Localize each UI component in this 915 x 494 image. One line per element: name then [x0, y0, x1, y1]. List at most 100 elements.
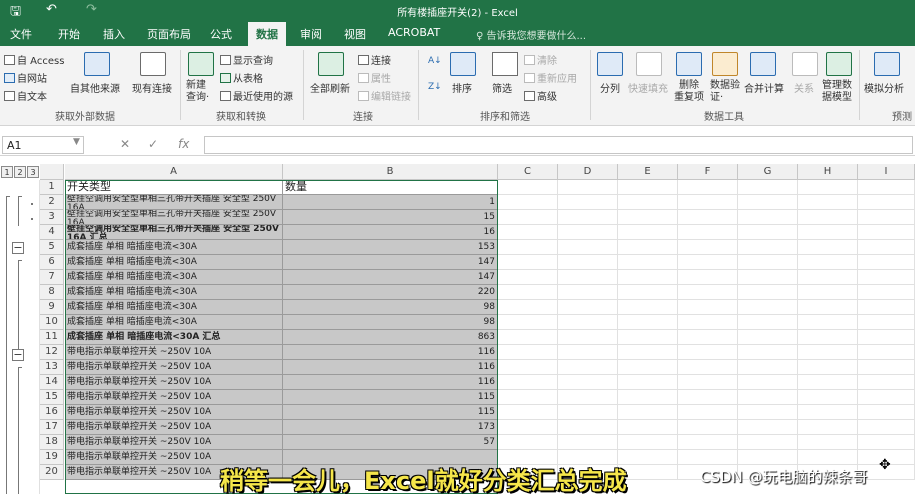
- empty-cell[interactable]: [498, 435, 558, 450]
- cell-a[interactable]: 成套插座 单相 暗插座电流<30A: [65, 300, 283, 315]
- cell-b[interactable]: 147: [283, 270, 498, 285]
- empty-cell[interactable]: [498, 375, 558, 390]
- empty-cell[interactable]: [798, 195, 858, 210]
- row-header[interactable]: 17: [40, 420, 64, 435]
- empty-cell[interactable]: [798, 450, 858, 465]
- empty-cell[interactable]: [498, 210, 558, 225]
- empty-cell[interactable]: [498, 180, 558, 195]
- cell-b[interactable]: 16: [283, 225, 498, 240]
- row-header[interactable]: 15: [40, 390, 64, 405]
- edit-links-button[interactable]: 编辑链接: [358, 88, 411, 103]
- cell-a[interactable]: 开关类型: [65, 180, 283, 195]
- cell-b[interactable]: 863: [283, 330, 498, 345]
- empty-cell[interactable]: [558, 285, 618, 300]
- empty-cell[interactable]: [618, 450, 678, 465]
- column-header-f[interactable]: F: [678, 164, 738, 180]
- empty-cell[interactable]: [798, 360, 858, 375]
- new-query-button[interactable]: 新建 查询·: [186, 80, 209, 104]
- column-header-b[interactable]: B: [283, 164, 498, 180]
- column-header-h[interactable]: H: [798, 164, 858, 180]
- from-text-button[interactable]: 自文本: [4, 88, 47, 103]
- empty-cell[interactable]: [738, 270, 798, 285]
- row-header[interactable]: 13: [40, 360, 64, 375]
- empty-cell[interactable]: [798, 315, 858, 330]
- outline-collapse-button[interactable]: −: [12, 242, 24, 254]
- tab-insert[interactable]: 插入: [103, 26, 125, 42]
- cell-b[interactable]: 115: [283, 405, 498, 420]
- show-queries-button[interactable]: 显示查询: [220, 52, 273, 67]
- empty-cell[interactable]: [678, 195, 738, 210]
- empty-cell[interactable]: [558, 330, 618, 345]
- empty-cell[interactable]: [738, 240, 798, 255]
- empty-cell[interactable]: [558, 300, 618, 315]
- row-header[interactable]: 10: [40, 315, 64, 330]
- empty-cell[interactable]: [618, 375, 678, 390]
- cell-a[interactable]: 带电指示单联单控开关 ~250V 10A: [65, 345, 283, 360]
- cell-a[interactable]: 成套插座 单相 暗插座电流<30A: [65, 315, 283, 330]
- outline-level-2-button[interactable]: 2: [14, 166, 26, 178]
- empty-cell[interactable]: [858, 225, 915, 240]
- filter-button[interactable]: 筛选: [492, 80, 512, 95]
- column-header-g[interactable]: G: [738, 164, 798, 180]
- row-header[interactable]: 6: [40, 255, 64, 270]
- empty-cell[interactable]: [738, 360, 798, 375]
- empty-cell[interactable]: [498, 195, 558, 210]
- empty-cell[interactable]: [858, 360, 915, 375]
- empty-cell[interactable]: [618, 360, 678, 375]
- empty-cell[interactable]: [738, 225, 798, 240]
- empty-cell[interactable]: [858, 345, 915, 360]
- empty-cell[interactable]: [678, 240, 738, 255]
- flash-fill-button[interactable]: 快速填充: [628, 80, 668, 95]
- empty-cell[interactable]: [618, 420, 678, 435]
- empty-cell[interactable]: [858, 285, 915, 300]
- empty-cell[interactable]: [798, 180, 858, 195]
- empty-cell[interactable]: [738, 420, 798, 435]
- empty-cell[interactable]: [738, 405, 798, 420]
- empty-cell[interactable]: [558, 180, 618, 195]
- empty-cell[interactable]: [498, 300, 558, 315]
- empty-cell[interactable]: [498, 420, 558, 435]
- existing-connections-button[interactable]: 现有连接: [132, 80, 172, 95]
- empty-cell[interactable]: [558, 195, 618, 210]
- empty-cell[interactable]: [498, 345, 558, 360]
- cell-b[interactable]: 57: [283, 435, 498, 450]
- empty-cell[interactable]: [678, 315, 738, 330]
- row-header[interactable]: 12: [40, 345, 64, 360]
- empty-cell[interactable]: [738, 450, 798, 465]
- empty-cell[interactable]: [558, 210, 618, 225]
- from-web-button[interactable]: 自网站: [4, 70, 47, 85]
- empty-cell[interactable]: [738, 345, 798, 360]
- advanced-button[interactable]: 高级: [524, 88, 557, 103]
- empty-cell[interactable]: [678, 285, 738, 300]
- empty-cell[interactable]: [738, 180, 798, 195]
- empty-cell[interactable]: [858, 390, 915, 405]
- empty-cell[interactable]: [678, 180, 738, 195]
- select-all-corner[interactable]: [40, 164, 64, 180]
- empty-cell[interactable]: [558, 255, 618, 270]
- empty-cell[interactable]: [618, 240, 678, 255]
- data-validation-button[interactable]: 数据验 证·: [710, 80, 740, 104]
- tab-file[interactable]: 文件: [10, 26, 32, 42]
- empty-cell[interactable]: [798, 225, 858, 240]
- row-header[interactable]: 1: [40, 180, 64, 195]
- empty-cell[interactable]: [798, 435, 858, 450]
- empty-cell[interactable]: [498, 360, 558, 375]
- empty-cell[interactable]: [738, 390, 798, 405]
- empty-cell[interactable]: [498, 225, 558, 240]
- empty-cell[interactable]: [558, 240, 618, 255]
- row-header[interactable]: 19: [40, 450, 64, 465]
- cell-b[interactable]: 116: [283, 375, 498, 390]
- empty-cell[interactable]: [618, 270, 678, 285]
- empty-cell[interactable]: [858, 375, 915, 390]
- empty-cell[interactable]: [498, 315, 558, 330]
- cell-b[interactable]: 98: [283, 300, 498, 315]
- name-box[interactable]: A1: [2, 136, 84, 154]
- empty-cell[interactable]: [498, 405, 558, 420]
- empty-cell[interactable]: [558, 225, 618, 240]
- enter-icon[interactable]: ✓: [148, 137, 158, 151]
- cell-b[interactable]: 153: [283, 240, 498, 255]
- empty-cell[interactable]: [798, 420, 858, 435]
- empty-cell[interactable]: [558, 390, 618, 405]
- empty-cell[interactable]: [798, 375, 858, 390]
- properties-button[interactable]: 属性: [358, 70, 391, 85]
